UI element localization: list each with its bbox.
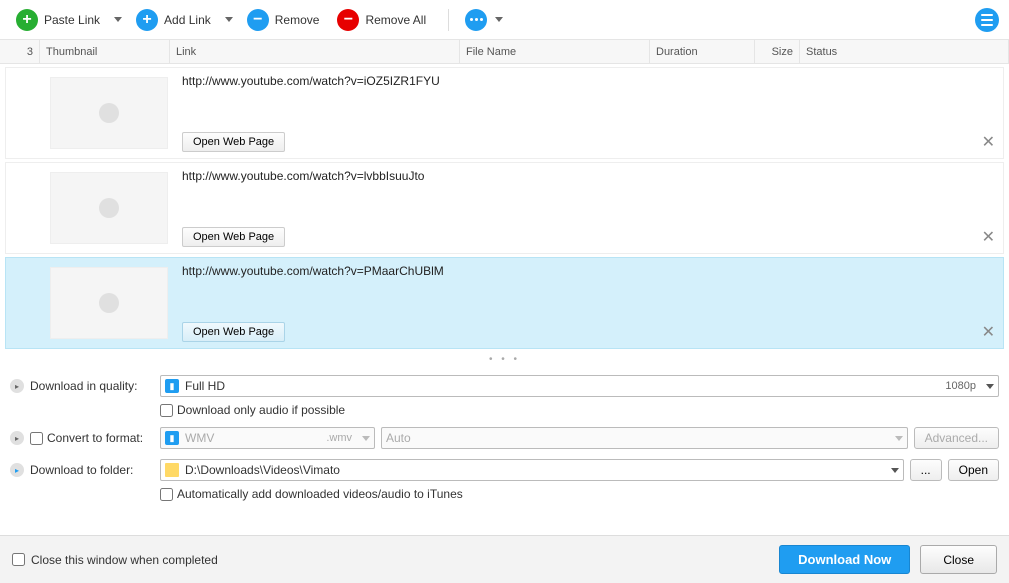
list-item[interactable]: http://www.youtube.com/watch?v=PMaarChUB…: [5, 257, 1004, 349]
dots-icon: [465, 9, 487, 31]
remove-all-button[interactable]: − Remove All: [331, 5, 432, 35]
preset-value: Auto: [386, 431, 903, 445]
column-headers: 3 Thumbnail Link File Name Duration Size…: [0, 40, 1009, 64]
header-status[interactable]: Status: [800, 40, 1009, 63]
add-link-button[interactable]: + Add Link: [130, 5, 217, 35]
open-folder-button[interactable]: Open: [948, 459, 999, 481]
add-link-dropdown[interactable]: [225, 17, 233, 22]
footer: Close this window when completed Downloa…: [0, 535, 1009, 583]
header-link[interactable]: Link: [170, 40, 460, 63]
remove-row-button[interactable]: ✕: [982, 132, 995, 152]
header-thumbnail[interactable]: Thumbnail: [40, 40, 170, 63]
quality-value: Full HD: [185, 379, 945, 393]
chevron-down-icon: [895, 436, 903, 441]
header-count: 3: [0, 40, 40, 63]
convert-label: Convert to format:: [47, 431, 143, 445]
remove-all-label: Remove All: [365, 13, 426, 27]
convert-checkbox[interactable]: [30, 432, 43, 445]
chevron-down-icon: [986, 384, 994, 389]
folder-label: Download to folder:: [30, 463, 133, 477]
remove-label: Remove: [275, 13, 320, 27]
add-link-label: Add Link: [164, 13, 211, 27]
download-now-button[interactable]: Download Now: [779, 545, 910, 574]
list-item[interactable]: http://www.youtube.com/watch?v=iOZ5IZR1F…: [5, 67, 1004, 159]
separator: [448, 9, 449, 31]
format-value: WMV: [185, 431, 326, 445]
resize-handle[interactable]: • • •: [0, 352, 1009, 367]
toolbar: + Paste Link + Add Link − Remove − Remov…: [0, 0, 1009, 40]
list-item[interactable]: http://www.youtube.com/watch?v=lvbbIsuuJ…: [5, 162, 1004, 254]
header-size[interactable]: Size: [755, 40, 800, 63]
close-when-done-checkbox[interactable]: [12, 553, 25, 566]
thumbnail: [6, 163, 174, 253]
folder-icon: [165, 463, 179, 477]
itunes-label: Automatically add downloaded videos/audi…: [177, 487, 463, 501]
folder-path: D:\Downloads\Videos\Vimato: [185, 463, 899, 477]
placeholder-icon: [99, 103, 119, 123]
hd-icon: ▮: [165, 379, 179, 393]
format-select[interactable]: ▮ WMV .wmv: [160, 427, 375, 449]
download-list: http://www.youtube.com/watch?v=iOZ5IZR1F…: [0, 67, 1009, 349]
plus-icon: +: [16, 9, 38, 31]
placeholder-icon: [99, 198, 119, 218]
itunes-checkbox[interactable]: [160, 488, 173, 501]
minus-icon: −: [247, 9, 269, 31]
chevron-down-icon: [891, 468, 899, 473]
paste-link-button[interactable]: + Paste Link: [10, 5, 106, 35]
header-filename[interactable]: File Name: [460, 40, 650, 63]
format-ext: .wmv: [326, 432, 352, 444]
paste-link-label: Paste Link: [44, 13, 100, 27]
audio-only-checkbox[interactable]: [160, 404, 173, 417]
thumbnail: [6, 68, 174, 158]
expand-icon[interactable]: ▸: [10, 463, 24, 477]
thumbnail: [6, 258, 174, 348]
quality-label: Download in quality:: [30, 379, 137, 393]
remove-button[interactable]: − Remove: [241, 5, 326, 35]
expand-icon[interactable]: ▸: [10, 431, 24, 445]
quality-resolution: 1080p: [945, 380, 976, 392]
quality-select[interactable]: ▮ Full HD 1080p: [160, 375, 999, 397]
minus-icon: −: [337, 9, 359, 31]
paste-link-dropdown[interactable]: [114, 17, 122, 22]
open-web-page-button[interactable]: Open Web Page: [182, 227, 285, 247]
placeholder-icon: [99, 293, 119, 313]
format-icon: ▮: [165, 431, 179, 445]
chevron-down-icon: [495, 17, 503, 22]
chevron-down-icon: [362, 436, 370, 441]
settings-panel: ▸ Download in quality: ▮ Full HD 1080p D…: [0, 367, 1009, 519]
expand-icon[interactable]: ▸: [10, 379, 24, 393]
folder-select[interactable]: D:\Downloads\Videos\Vimato: [160, 459, 904, 481]
advanced-button[interactable]: Advanced...: [914, 427, 999, 449]
preset-select[interactable]: Auto: [381, 427, 908, 449]
open-web-page-button[interactable]: Open Web Page: [182, 132, 285, 152]
more-actions-button[interactable]: [459, 5, 509, 35]
link-url: http://www.youtube.com/watch?v=PMaarChUB…: [182, 264, 995, 278]
plus-icon: +: [136, 9, 158, 31]
open-web-page-button[interactable]: Open Web Page: [182, 322, 285, 342]
browse-button[interactable]: ...: [910, 459, 942, 481]
close-button[interactable]: Close: [920, 545, 997, 574]
remove-row-button[interactable]: ✕: [982, 322, 995, 342]
menu-button[interactable]: [975, 8, 999, 32]
link-url: http://www.youtube.com/watch?v=lvbbIsuuJ…: [182, 169, 995, 183]
header-duration[interactable]: Duration: [650, 40, 755, 63]
close-when-done-label: Close this window when completed: [31, 553, 218, 567]
remove-row-button[interactable]: ✕: [982, 227, 995, 247]
audio-only-label: Download only audio if possible: [177, 403, 345, 417]
link-url: http://www.youtube.com/watch?v=iOZ5IZR1F…: [182, 74, 995, 88]
